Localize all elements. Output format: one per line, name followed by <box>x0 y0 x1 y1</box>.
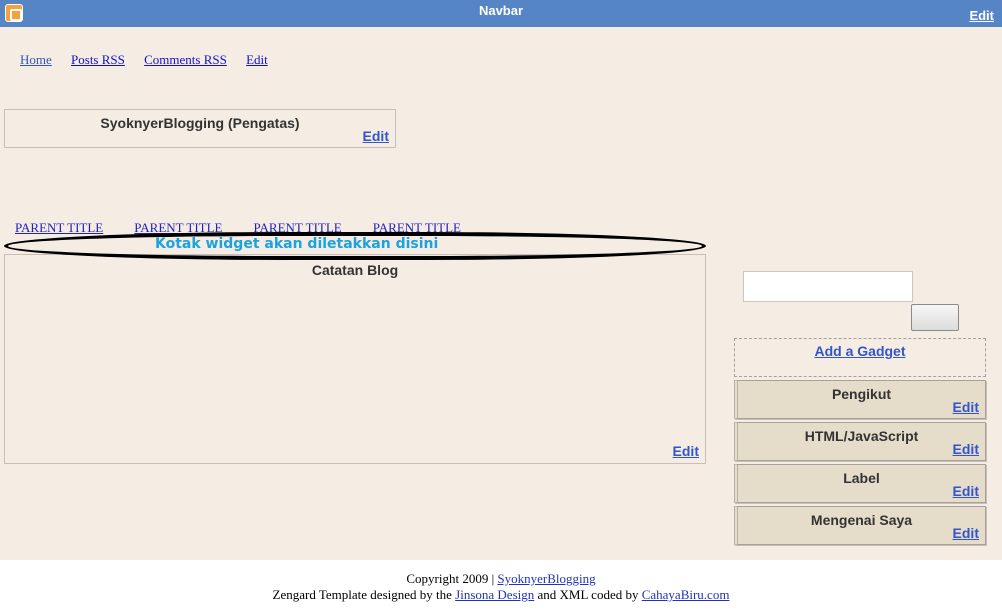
posts-rss-link[interactable]: Posts RSS <box>71 52 125 67</box>
gadget-edit-link[interactable]: Edit <box>953 399 979 415</box>
footer-designed-text: Zengard Template designed by the <box>272 587 452 602</box>
annotation-text: Kotak widget akan diletakkan disini <box>155 236 439 252</box>
layout-canvas: Navbar Edit Home Posts RSS Comments RSS … <box>0 0 1002 560</box>
gadget-title: Mengenai Saya <box>810 512 913 528</box>
footer-blog-link[interactable]: SyoknyerBlogging <box>497 571 595 586</box>
footer-designer-link[interactable]: Jinsona Design <box>455 587 534 602</box>
gadget-edit-link[interactable]: Edit <box>953 441 979 457</box>
gadget-title: Label <box>843 470 880 486</box>
blog-posts-widget-title: Catatan Blog <box>311 262 399 278</box>
footer-coded-text: and XML coded by <box>537 587 639 602</box>
gadget-mengenai-saya[interactable]: Mengenai Saya Edit <box>734 506 986 545</box>
top-links: Home Posts RSS Comments RSS Edit <box>20 52 284 68</box>
header-widget: SyoknyerBlogging (Pengatas) Edit <box>4 109 396 148</box>
navbar: Navbar Edit <box>0 0 1002 27</box>
header-widget-title: SyoknyerBlogging (Pengatas) <box>100 115 300 131</box>
footer-line-2: Zengard Template designed by the Jinsona… <box>0 587 1002 603</box>
home-link[interactable]: Home <box>20 52 52 67</box>
header-widget-edit-link[interactable]: Edit <box>363 128 389 144</box>
gadget-title: Pengikut <box>831 386 892 402</box>
footer-copyright: Copyright 2009 | <box>406 571 495 586</box>
blog-posts-widget-edit-link[interactable]: Edit <box>673 443 699 459</box>
navbar-edit-link[interactable]: Edit <box>969 8 994 23</box>
search-button[interactable] <box>911 304 959 331</box>
navbar-title: Navbar <box>478 3 524 18</box>
comments-rss-link[interactable]: Comments RSS <box>144 52 227 67</box>
add-gadget-link[interactable]: Add a Gadget <box>814 343 905 359</box>
footer-line-1: Copyright 2009 | SyoknyerBlogging <box>0 571 1002 587</box>
gadget-edit-link[interactable]: Edit <box>953 483 979 499</box>
footer: Copyright 2009 | SyoknyerBlogging Zengar… <box>0 571 1002 603</box>
gadget-edit-link[interactable]: Edit <box>953 525 979 541</box>
add-gadget-box: Add a Gadget <box>734 338 986 377</box>
search-input[interactable] <box>743 271 913 302</box>
parent-title-link[interactable]: PARENT TITLE <box>15 220 131 236</box>
links-edit-link[interactable]: Edit <box>246 52 268 67</box>
gadget-title: HTML/JavaScript <box>804 428 919 444</box>
gadget-label[interactable]: Label Edit <box>734 464 986 503</box>
gadget-html-javascript[interactable]: HTML/JavaScript Edit <box>734 422 986 461</box>
blog-posts-widget: Catatan Blog Edit <box>4 254 706 464</box>
footer-coder-link[interactable]: CahayaBiru.com <box>642 587 730 602</box>
gadget-pengikut[interactable]: Pengikut Edit <box>734 380 986 419</box>
